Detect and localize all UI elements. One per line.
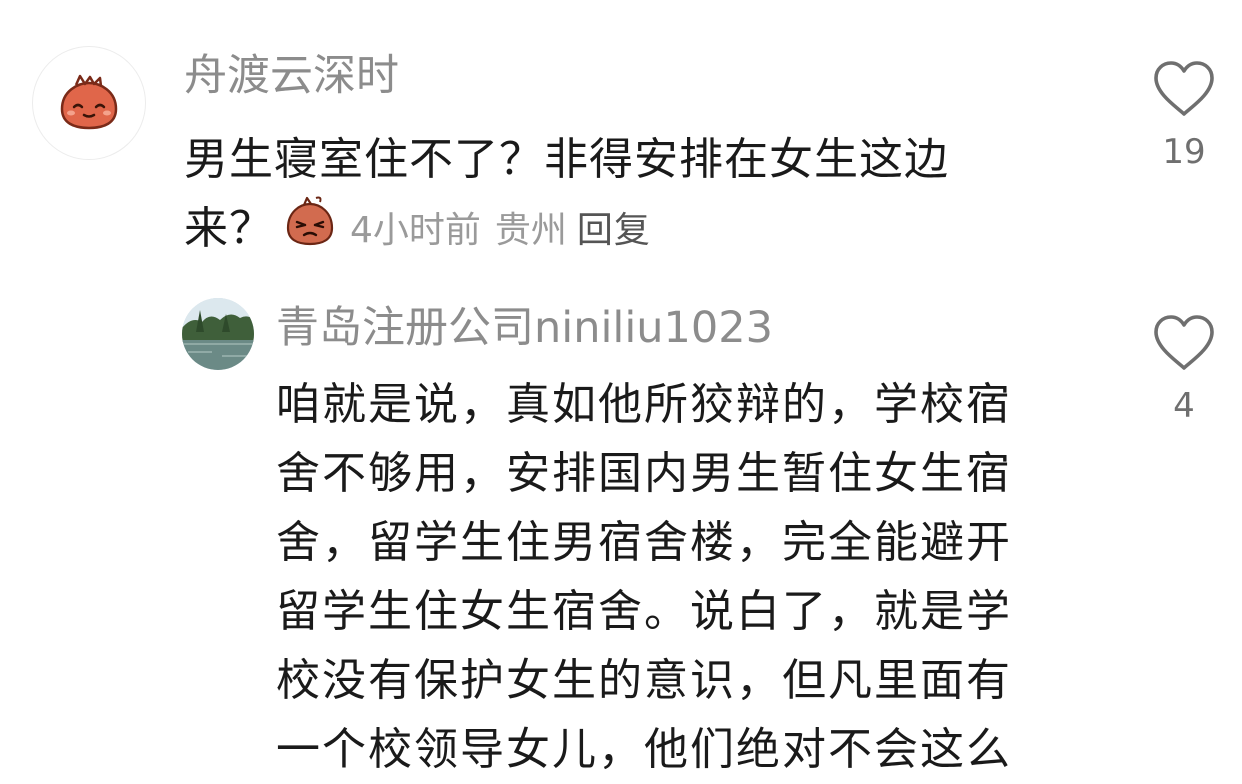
comment-time: 4小时前 <box>350 210 481 251</box>
comment-text-line: 一个校领导女儿，他们绝对不会这么 <box>276 724 1012 775</box>
frustrated-bun-emoji-icon <box>282 194 338 268</box>
comment-text-line: 校没有保护女生的意识，但凡里面有 <box>276 655 1012 706</box>
comment-text-line: 留学生住女生宿舍。说白了，就是学 <box>276 586 1012 637</box>
comment-text-line: 来？ <box>184 203 274 254</box>
comment-text-line-with-meta: 来？ 4小时前 贵州 回复 <box>184 194 1084 268</box>
like-count: 4 <box>1173 386 1195 426</box>
comment-location: 贵州 <box>494 210 567 251</box>
lake-landscape-avatar-icon <box>182 298 254 370</box>
comment-text: 咱就是说，真如他所狡辩的，学校宿 舍不够用，安排国内男生暂住女生宿 舍，留学生住… <box>276 370 1106 784</box>
like-button[interactable]: 19 <box>1144 60 1224 172</box>
avatar[interactable] <box>32 46 146 160</box>
heart-outline-icon <box>1154 315 1214 370</box>
red-bean-bun-avatar-icon <box>60 74 118 130</box>
comment-text-line: 舍，留学生住男宿舍楼，完全能避开 <box>276 517 1012 568</box>
reply-button[interactable]: 回复 <box>577 210 651 251</box>
comment-text-line: 男生寝室住不了？非得安排在女生这边 <box>184 134 949 185</box>
heart-outline-icon <box>1154 61 1214 116</box>
comment-text-line: 咱就是说，真如他所狡辩的，学校宿 <box>276 379 1012 430</box>
avatar[interactable] <box>182 298 254 370</box>
like-button[interactable]: 4 <box>1144 314 1224 426</box>
comment-username[interactable]: 青岛注册公司niniliu1023 <box>276 300 773 356</box>
comment-username[interactable]: 舟渡云深时 <box>184 48 399 104</box>
comment-text: 男生寝室住不了？非得安排在女生这边 来？ 4小时前 贵州 回复 <box>184 126 1084 268</box>
comment-text-line: 舍不够用，安排国内男生暂住女生宿 <box>276 448 1012 499</box>
like-count: 19 <box>1162 132 1206 172</box>
